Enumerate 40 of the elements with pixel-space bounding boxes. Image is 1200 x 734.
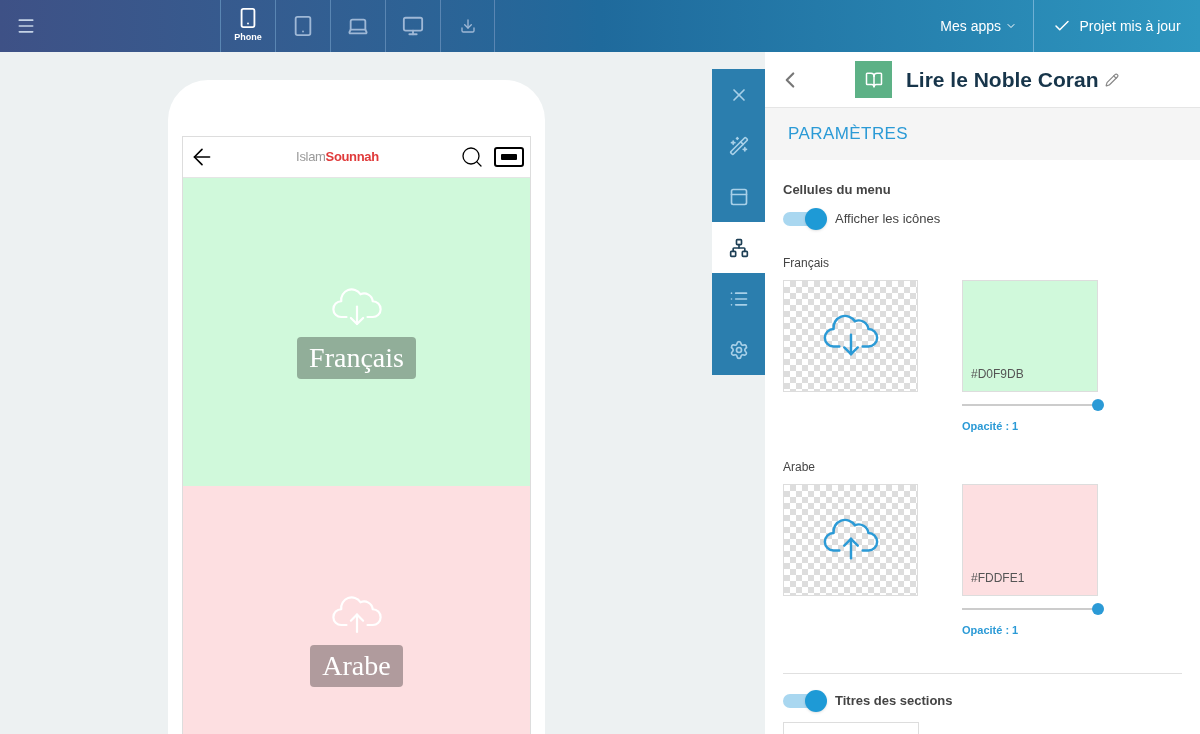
- color-code: #D0F9DB: [971, 365, 1024, 383]
- menu-cell[interactable]: Arabe: [183, 486, 530, 734]
- device-tab[interactable]: [440, 0, 495, 52]
- search-icon[interactable]: [460, 145, 484, 169]
- opacity-label: Opacité : 1: [962, 418, 1020, 434]
- section-heading: PARAMÈTRES: [788, 123, 909, 146]
- menu-icon: [16, 16, 36, 36]
- tool-tab[interactable]: [712, 222, 765, 273]
- layout-icon: [728, 186, 749, 207]
- desktop-icon: [402, 15, 424, 37]
- logo: IslamSounnah: [296, 148, 379, 167]
- toggle-switch[interactable]: [783, 207, 827, 230]
- toggle-label: Afficher les icônes: [835, 209, 941, 228]
- color-swatch[interactable]: #FDDFE1: [962, 484, 1098, 596]
- toggle-label: Titres des sections: [835, 691, 953, 710]
- settings-icon: [728, 339, 749, 360]
- cell-label: Arabe: [783, 459, 817, 476]
- opacity-slider[interactable]: [962, 602, 1104, 616]
- cell-title: Arabe: [310, 645, 403, 688]
- magic-wand-icon: [728, 135, 749, 156]
- device-tab[interactable]: Phone: [220, 0, 275, 52]
- download-icon: [459, 18, 476, 34]
- color-code: #FDDFE1: [971, 570, 1025, 587]
- menu-cell[interactable]: Français: [183, 178, 530, 486]
- icon-picker[interactable]: [783, 484, 918, 596]
- edit-icon[interactable]: [1104, 72, 1119, 87]
- card-icon[interactable]: [494, 147, 524, 167]
- opacity-label: Opacité : 1: [962, 623, 1020, 638]
- cell-label: Français: [783, 254, 830, 272]
- group-title: Cellules du menu: [783, 181, 892, 199]
- app-title: Lire le Noble Coran: [906, 66, 1099, 93]
- tablet-icon: [292, 15, 314, 37]
- toggle-switch[interactable]: [783, 689, 827, 712]
- icon-picker[interactable]: [783, 279, 918, 392]
- color-swatch[interactable]: #D0F9DB: [962, 279, 1098, 392]
- apps-menu-button[interactable]: Mes apps: [924, 0, 1033, 52]
- cell-title: Français: [297, 337, 416, 380]
- opacity-slider[interactable]: [962, 397, 1104, 412]
- tree-icon: [728, 237, 749, 258]
- app-icon: [855, 61, 892, 98]
